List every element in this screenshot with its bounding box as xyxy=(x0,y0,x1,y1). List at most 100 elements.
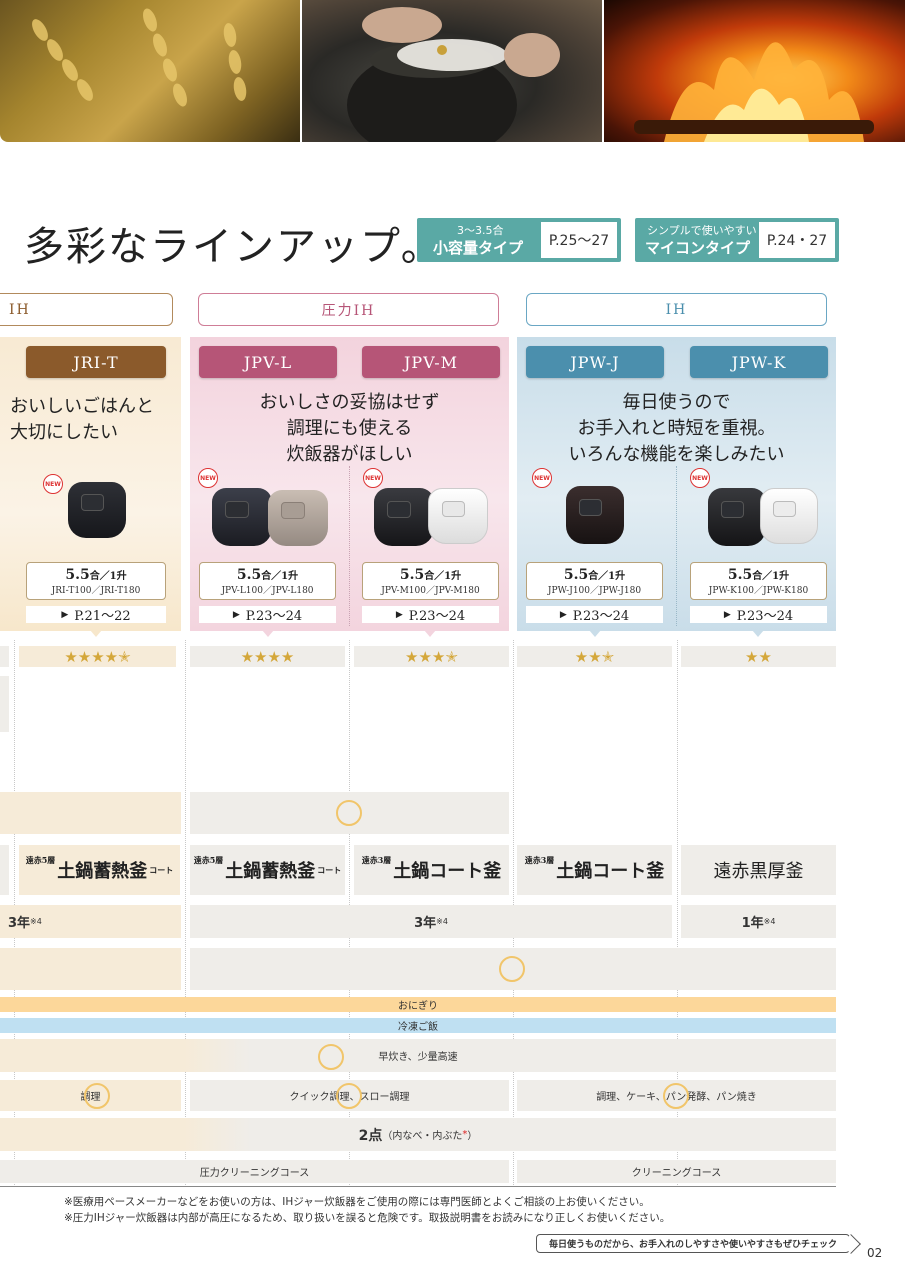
compact-type-tag[interactable]: 3〜3.5合 小容量タイプ P.25〜27 xyxy=(417,218,621,262)
warranty-value: 3年 xyxy=(414,916,437,931)
pointer-triangle xyxy=(424,630,436,637)
group-header-ih-right: IH xyxy=(526,293,827,326)
column-divider xyxy=(185,640,186,1185)
feature-available-mark xyxy=(318,1044,344,1070)
tagline-pressure-line2: 調理にも使える xyxy=(286,418,413,439)
capacity-box-jpv-m: 5.5合／1升 JPV-M100／JPV-M180 xyxy=(362,562,499,600)
fire-illustration xyxy=(634,42,874,142)
page-number: 02 xyxy=(867,1246,883,1260)
pot-name: 土鍋蓄熱釜 xyxy=(225,861,316,882)
page-link-label: P.23〜24 xyxy=(245,609,303,624)
tagline-ih-line2: お手入れと時短を重視。 xyxy=(577,418,776,439)
rice-cooker-display xyxy=(281,502,306,520)
pot-jpv-m: 遠赤3層 土鍋コート釜 xyxy=(354,845,509,895)
tagline-ih-line3: いろんな機能を楽しみたい xyxy=(568,444,785,465)
tagline-pressure: おいしさの妥協はせず 調理にも使える 炊飯器がほしい xyxy=(190,390,509,468)
arrow-right-icon: ▶ xyxy=(395,609,403,620)
feature-available-mark xyxy=(499,956,525,982)
parts-close: ） xyxy=(467,1131,478,1142)
page-link-label: P.23〜24 xyxy=(408,609,466,624)
pot-layer: 遠赤3層 xyxy=(361,854,392,865)
feature-quick-cook: 早炊き、少量高速 xyxy=(0,1039,836,1072)
rating-jpv-m: ★★★✭ xyxy=(354,646,509,667)
rice-cooker-jpv-l-black-image xyxy=(212,488,272,546)
capacity-value: 5.5 xyxy=(563,567,589,583)
compact-type-label: 小容量タイプ xyxy=(433,239,524,257)
model-name-jpw-k: JPW-K xyxy=(690,346,828,378)
microcomputer-type-page-ref: P.24・27 xyxy=(759,222,835,258)
new-badge-jpv-l: NEW xyxy=(198,468,218,488)
warranty-jri: 3年 ※4 xyxy=(0,905,181,938)
page-link-jpw-j[interactable]: ▶ P.23〜24 xyxy=(526,606,663,624)
model-name-jpv-m: JPV-M xyxy=(362,346,500,378)
page-link-label: P.21〜22 xyxy=(74,609,131,624)
feature-row-jri xyxy=(0,948,181,990)
rice-cooker-display xyxy=(225,500,250,519)
pointer-triangle xyxy=(752,630,764,637)
rating-jpw-j: ★★✭ xyxy=(517,646,672,667)
feature-available-mark xyxy=(663,1083,689,1109)
page-link-jpv-m[interactable]: ▶ P.23〜24 xyxy=(362,606,499,624)
warranty-value: 1年 xyxy=(741,916,764,931)
maintenance-check-link[interactable]: 毎日使うものだから、お手入れのしやすさや使いやすさもぜひチェック xyxy=(536,1234,850,1253)
clay-pot-photo xyxy=(302,0,602,142)
footnote-pacemaker: ※医療用ペースメーカーなどをお使いの方は、IHジャー炊飯器をご使用の際には専門医… xyxy=(64,1196,650,1208)
capacity-unit: 合／1升 xyxy=(89,571,127,582)
microcomputer-type-tag[interactable]: シンプルで使いやすい マイコンタイプ P.24・27 xyxy=(635,218,839,262)
microcomputer-type-label: マイコンタイプ xyxy=(645,239,751,257)
pot-jpw-j: 遠赤3層 土鍋コート釜 xyxy=(517,845,672,895)
rice-cooker-display xyxy=(773,500,796,518)
rice-cooker-jpv-m-black-image xyxy=(374,488,434,546)
divider-pressure xyxy=(349,466,350,626)
rice-cooker-jri-t-image xyxy=(68,482,126,538)
compact-type-page-ref: P.25〜27 xyxy=(541,222,617,258)
capacity-unit: 合／1升 xyxy=(752,571,790,582)
pot-jpw-k: 遠赤黒厚釜 xyxy=(681,845,836,895)
rice-photo xyxy=(0,0,300,142)
page-link-jpv-l[interactable]: ▶ P.23〜24 xyxy=(199,606,336,624)
fire-photo xyxy=(604,0,905,142)
capacity-value: 5.5 xyxy=(65,567,90,583)
group-header-ih-left: IH xyxy=(0,293,173,326)
pot-jpv-l: 遠赤5層 土鍋蓄熱釜 コート xyxy=(190,845,345,895)
arrow-right-icon: ▶ xyxy=(723,609,731,620)
row-stub xyxy=(0,646,9,667)
rice-cooker-jpv-l-taupe-image xyxy=(268,490,328,546)
rating-jpv-l: ★★★★ xyxy=(190,646,345,667)
capacity-unit: 合／1升 xyxy=(424,571,462,582)
warranty-jpw-k: 1年 ※4 xyxy=(681,905,836,938)
feature-available-mark xyxy=(84,1083,110,1109)
pot-layer: 遠赤3層 xyxy=(524,854,555,865)
page-link-jpw-k[interactable]: ▶ P.23〜24 xyxy=(690,606,827,624)
feature-pressure-cleaning: 圧力クリーニングコース xyxy=(0,1160,509,1183)
table-bottom-rule xyxy=(0,1186,836,1187)
pot-name: 土鍋コート釜 xyxy=(393,861,502,882)
pot-sub: コート xyxy=(149,864,174,875)
model-numbers: JPV-L100／JPV-L180 xyxy=(221,586,314,596)
model-numbers: JPV-M100／JPV-M180 xyxy=(381,586,480,596)
pot-name: 土鍋コート釜 xyxy=(556,861,665,882)
compact-type-subtitle: 3〜3.5合 xyxy=(457,224,504,237)
rating-jri-t: ★★★★✭ xyxy=(19,646,176,667)
tagline-jri: おいしいごはんと 大切にしたい xyxy=(10,394,154,446)
rating-jpw-k: ★★ xyxy=(681,646,836,667)
pot-sub: コート xyxy=(317,864,342,875)
feature-frozen-rice: 冷凍ご飯 xyxy=(0,1018,836,1033)
page-link-label: P.23〜24 xyxy=(572,609,630,624)
row-stub xyxy=(0,845,9,895)
page-link-jri-t[interactable]: ▶ P.21〜22 xyxy=(26,606,166,624)
arrow-right-icon: ▶ xyxy=(61,609,69,620)
feature-washable-parts: 2点 （内なべ・内ぶた * ） xyxy=(0,1118,836,1151)
capacity-box-jpw-j: 5.5合／1升 JPW-J100／JPW-J180 xyxy=(526,562,663,600)
feature-row-jri xyxy=(0,792,181,834)
feature-onigiri: おにぎり xyxy=(0,997,836,1012)
capacity-unit: 合／1升 xyxy=(588,571,626,582)
parts-count: 2点 xyxy=(358,1127,383,1144)
tagline-jri-line1: おいしいごはんと xyxy=(10,396,154,417)
page-title: 多彩なラインアップ。 xyxy=(24,224,443,270)
new-badge-jri-t: NEW xyxy=(43,474,63,494)
rice-cooker-display xyxy=(720,500,744,519)
model-numbers: JPW-K100／JPW-K180 xyxy=(708,586,809,596)
footnote-pressure-warning: ※圧力IHジャー炊飯器は内部が高圧になるため、取り扱いを誤ると危険です。取扱説明… xyxy=(64,1212,671,1224)
rice-cooker-display xyxy=(80,494,104,512)
